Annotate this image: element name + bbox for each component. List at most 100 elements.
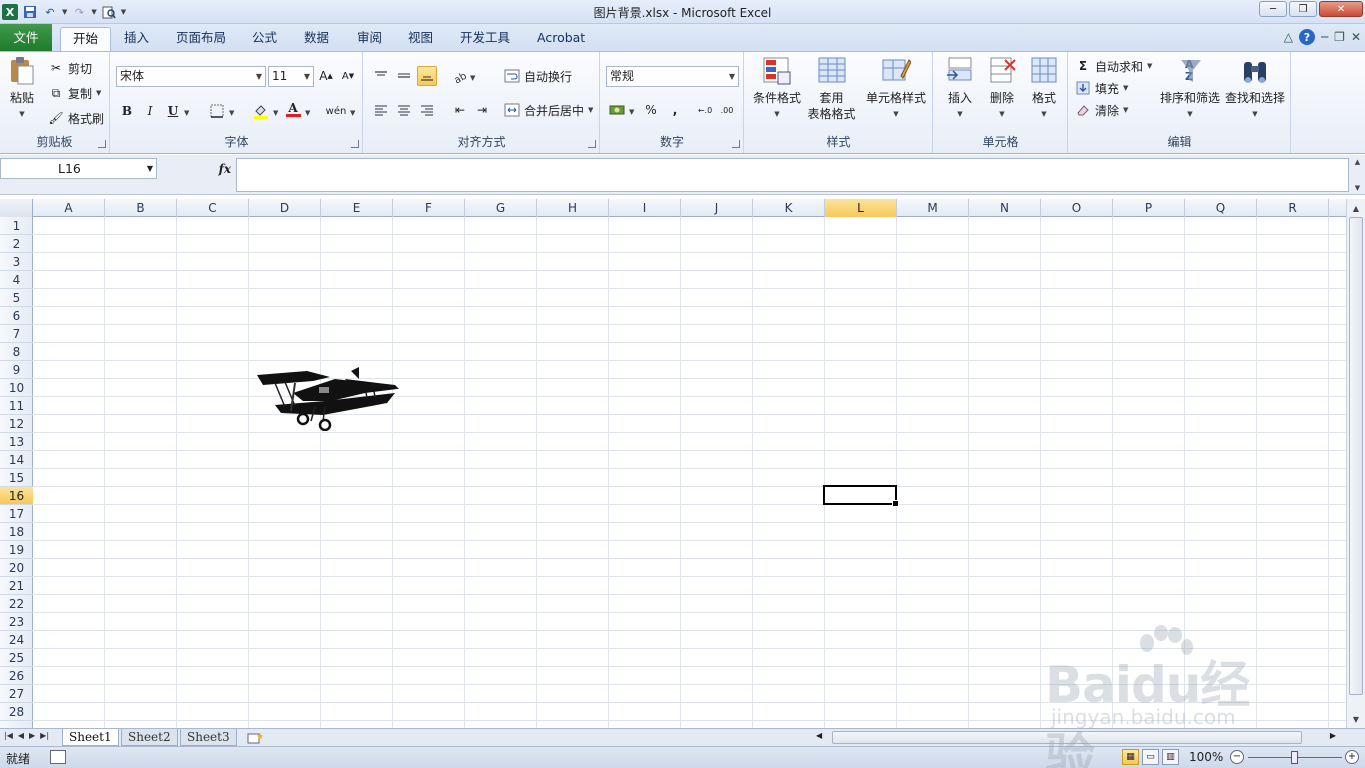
normal-view-icon[interactable]: ▦ (1122, 749, 1139, 765)
merge-center-dropdown-icon[interactable]: ▼ (588, 106, 593, 114)
sheet-tab-sheet1[interactable]: Sheet1 (62, 729, 119, 746)
page-break-view-icon[interactable]: ▥ (1162, 749, 1179, 765)
align-right-icon[interactable] (417, 100, 437, 120)
column-header-m[interactable]: M (897, 199, 969, 217)
row-header-7[interactable]: 7 (0, 325, 33, 343)
comma-style-button[interactable]: , (665, 100, 685, 120)
insert-cells-button[interactable]: 插入 ▼ (940, 56, 980, 122)
phonetic-dropdown-icon[interactable]: ▼ (350, 109, 355, 117)
delete-cells-button[interactable]: 删除 ▼ (982, 56, 1022, 122)
find-select-button[interactable]: 查找和选择 ▼ (1223, 56, 1287, 122)
tab-view[interactable]: 视图 (396, 27, 445, 51)
name-box-dropdown-icon[interactable]: ▼ (147, 159, 153, 178)
column-header-r[interactable]: R (1257, 199, 1329, 217)
decrease-indent-icon[interactable]: ⇤ (450, 100, 470, 120)
percent-style-button[interactable]: % (641, 100, 661, 120)
font-name-combo[interactable]: 宋体 ▼ (116, 66, 266, 87)
column-header-k[interactable]: K (753, 199, 825, 217)
excel-logo-icon[interactable]: X (2, 4, 18, 20)
row-header-14[interactable]: 14 (0, 451, 33, 469)
font-color-dropdown-icon[interactable]: ▼ (305, 109, 310, 117)
select-all-corner[interactable] (0, 199, 33, 217)
row-header-27[interactable]: 27 (0, 685, 33, 703)
row-header-4[interactable]: 4 (0, 271, 33, 289)
format-painter-button[interactable]: 🖌 格式刷 (48, 108, 104, 128)
zoom-out-icon[interactable]: − (1230, 750, 1244, 764)
print-preview-icon[interactable] (101, 4, 117, 20)
font-color-button[interactable]: A (283, 99, 303, 119)
autosum-button[interactable]: Σ 自动求和 ▼ (1075, 56, 1153, 76)
clear-button[interactable]: 清除 ▼ (1075, 100, 1128, 120)
grow-font-icon[interactable]: A ▲ (316, 66, 336, 86)
phonetic-icon[interactable]: wén (326, 101, 347, 121)
align-top-icon[interactable] (371, 66, 391, 86)
doc-close-icon[interactable]: ✕ (1351, 30, 1361, 44)
merge-center-button[interactable]: 合并后居中 ▼ (504, 100, 593, 120)
tab-insert[interactable]: 插入 (112, 27, 161, 51)
tab-developer[interactable]: 开发工具 (448, 27, 522, 51)
clear-dropdown-icon[interactable]: ▼ (1123, 106, 1128, 114)
next-sheet-icon[interactable]: ▶ (29, 731, 35, 740)
macro-record-icon[interactable] (50, 750, 66, 764)
restore-button[interactable]: ❐ (1289, 1, 1317, 17)
font-size-combo[interactable]: 11 ▼ (268, 66, 314, 87)
close-button[interactable]: ✕ (1319, 1, 1363, 17)
scroll-down-icon[interactable]: ▼ (1349, 712, 1363, 726)
save-icon[interactable] (22, 4, 38, 20)
column-header-i[interactable]: I (609, 199, 681, 217)
increase-decimal-icon[interactable]: ←.0 (695, 100, 715, 120)
font-size-dropdown-icon[interactable]: ▼ (304, 67, 310, 86)
accounting-format-icon[interactable] (607, 100, 627, 120)
autosum-dropdown-icon[interactable]: ▼ (1147, 62, 1152, 70)
vertical-scrollbar[interactable]: ▲ ▼ (1346, 199, 1365, 728)
shrink-font-icon[interactable]: A ▼ (338, 66, 358, 86)
minimize-ribbon-icon[interactable]: △ (1284, 30, 1293, 44)
increase-indent-icon[interactable]: ⇥ (472, 100, 492, 120)
zoom-in-icon[interactable]: + (1345, 750, 1359, 764)
align-center-icon[interactable] (394, 100, 414, 120)
paste-dropdown-icon[interactable]: ▼ (19, 106, 24, 122)
align-left-icon[interactable] (371, 100, 391, 120)
scroll-up-icon[interactable]: ▲ (1349, 201, 1363, 215)
cell-styles-button[interactable]: 单元格样式 ▼ (863, 56, 929, 122)
borders-icon[interactable] (207, 101, 227, 121)
doc-minimize-icon[interactable]: ─ (1321, 30, 1328, 44)
orientation-icon[interactable]: ab (450, 66, 470, 86)
vertical-scroll-thumb[interactable] (1349, 217, 1363, 695)
copy-dropdown-icon[interactable]: ▼ (96, 89, 101, 97)
align-middle-icon[interactable] (394, 66, 414, 86)
wrap-text-button[interactable]: 自动换行 (504, 66, 572, 86)
column-header-o[interactable]: O (1041, 199, 1113, 217)
row-header-2[interactable]: 2 (0, 235, 33, 253)
prev-sheet-icon[interactable]: ◀ (18, 731, 24, 740)
row-header-13[interactable]: 13 (0, 433, 33, 451)
chevron-down-icon[interactable]: ▼ (1355, 184, 1360, 192)
chevron-up-icon[interactable]: ▲ (1355, 158, 1360, 166)
row-header-18[interactable]: 18 (0, 523, 33, 541)
accounting-dropdown-icon[interactable]: ▼ (629, 108, 634, 116)
row-header-5[interactable]: 5 (0, 289, 33, 307)
row-header-9[interactable]: 9 (0, 361, 33, 379)
cell-styles-dropdown-icon[interactable]: ▼ (893, 106, 898, 122)
orientation-dropdown-icon[interactable]: ▼ (470, 74, 475, 82)
column-header-h[interactable]: H (537, 199, 609, 217)
tab-review[interactable]: 审阅 (345, 27, 394, 51)
tab-home[interactable]: 开始 (60, 27, 112, 51)
number-format-combo[interactable]: 常规 ▼ (606, 66, 739, 87)
row-header-19[interactable]: 19 (0, 541, 33, 559)
column-header-b[interactable]: B (105, 199, 177, 217)
font-name-dropdown-icon[interactable]: ▼ (256, 67, 262, 86)
row-header-26[interactable]: 26 (0, 667, 33, 685)
insert-cells-dropdown-icon[interactable]: ▼ (957, 106, 962, 122)
row-header-6[interactable]: 6 (0, 307, 33, 325)
column-header-a[interactable]: A (33, 199, 105, 217)
alignment-dialog-launcher[interactable] (588, 140, 596, 148)
number-format-dropdown-icon[interactable]: ▼ (729, 67, 735, 86)
last-sheet-icon[interactable]: ▶| (40, 731, 49, 740)
selected-cell[interactable] (823, 485, 899, 507)
page-layout-view-icon[interactable]: ▭ (1142, 749, 1159, 765)
tab-page-layout[interactable]: 页面布局 (164, 27, 238, 51)
column-header-n[interactable]: N (969, 199, 1041, 217)
airplane-image[interactable] (255, 365, 400, 431)
first-sheet-icon[interactable]: |◀ (4, 731, 13, 740)
